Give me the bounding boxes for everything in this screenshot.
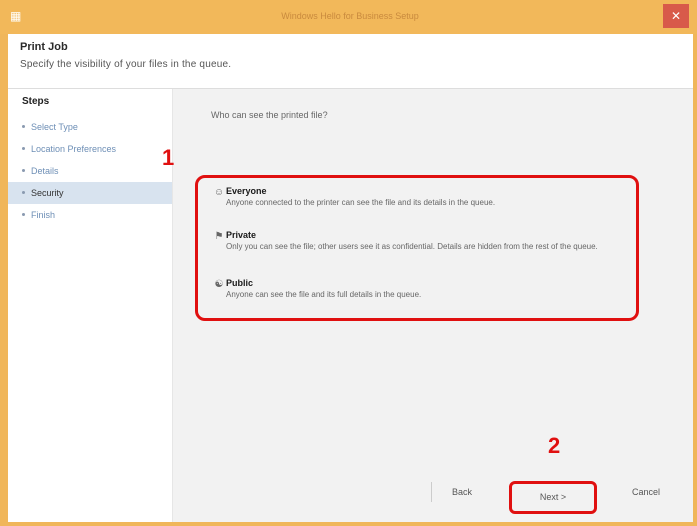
sidebar-item-label: Security: [31, 188, 64, 198]
sidebar-item-finish[interactable]: Finish: [8, 204, 172, 226]
option-description: Anyone can see the file and its full det…: [226, 290, 422, 299]
bullet-icon: [22, 191, 25, 195]
sidebar-item-details[interactable]: Details: [8, 160, 172, 182]
wizard-content: Who can see the printed file? ☺ Everyone…: [173, 89, 693, 522]
sidebar-item-label: Select Type: [31, 122, 78, 132]
option-title: Private: [226, 230, 257, 240]
sidebar-item-label: Location Preferences: [31, 144, 117, 154]
option-description: Only you can see the file; other users s…: [226, 242, 598, 251]
bullet-icon: [22, 147, 25, 151]
callout-marker-1: 1: [162, 145, 175, 170]
steps-title: Steps: [22, 96, 50, 107]
people-icon: ☺: [213, 187, 225, 198]
callout-marker-2: 2: [548, 433, 561, 458]
option-private[interactable]: ⚑ Private Only you can see the file; oth…: [198, 230, 634, 270]
close-button[interactable]: ✕: [663, 4, 689, 28]
option-public[interactable]: ☯ Public Anyone can see the file and its…: [198, 278, 634, 312]
page-title: Print Job: [20, 41, 68, 53]
wizard-client: Print Job Specify the visibility of your…: [8, 34, 693, 522]
lock-icon: ⚑: [214, 231, 224, 242]
option-everyone[interactable]: ☺ Everyone Anyone connected to the print…: [198, 186, 634, 220]
setup-window: ▦ Windows Hello for Business Setup ✕ Pri…: [0, 0, 697, 526]
next-button[interactable]: Next >: [509, 481, 597, 514]
sidebar-item-label: Finish: [31, 210, 56, 220]
steps-sidebar: Steps Select Type Location Preferences D…: [8, 89, 173, 522]
visibility-options-highlight: ☺ Everyone Anyone connected to the print…: [195, 175, 639, 321]
sidebar-item-label: Details: [31, 166, 59, 176]
globe-icon: ☯: [214, 279, 224, 290]
cancel-button[interactable]: Cancel: [611, 482, 681, 502]
window-border: [0, 34, 8, 526]
bullet-icon: [22, 169, 25, 173]
option-title: Public: [226, 278, 254, 288]
sidebar-item-location[interactable]: Location Preferences: [8, 138, 172, 160]
bullet-icon: [22, 213, 25, 217]
window-title: Windows Hello for Business Setup: [281, 11, 419, 21]
option-description: Anyone connected to the printer can see …: [226, 198, 496, 207]
sidebar-item-security[interactable]: Security: [8, 182, 172, 204]
back-button[interactable]: Back: [431, 482, 492, 502]
app-icon: ▦: [10, 9, 22, 23]
option-title: Everyone: [226, 186, 267, 196]
sidebar-item-select-type[interactable]: Select Type: [8, 116, 172, 138]
page-subtitle: Specify the visibility of your files in …: [20, 59, 232, 70]
bullet-icon: [22, 125, 25, 129]
title-bar[interactable]: ▦ Windows Hello for Business Setup ✕: [0, 0, 697, 34]
question-text: Who can see the printed file?: [211, 110, 328, 120]
